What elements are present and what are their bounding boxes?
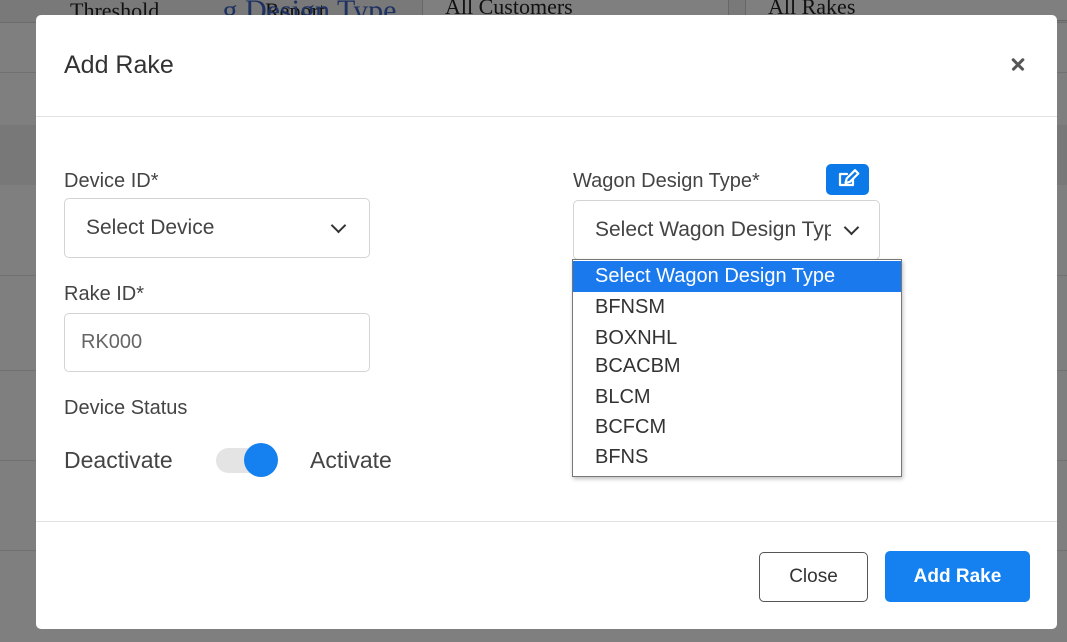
add-rake-modal: Add Rake Device ID* Select Device Rake I… [36,15,1057,629]
wagon-option-bfns[interactable]: BFNS [573,442,901,473]
wagon-design-type-select[interactable]: Select Wagon Design Type [573,200,880,260]
wagon-option-bcacbm[interactable]: BCACBM [573,351,901,382]
wagon-design-type-label: Wagon Design Type* [573,170,760,192]
wagon-design-type-dropdown: Select Wagon Design Type BFNSM BOXNHL BC… [572,259,902,477]
modal-title: Add Rake [64,51,174,79]
wagon-option-bcfcm[interactable]: BCFCM [573,412,901,443]
device-id-select[interactable]: Select Device [64,198,370,258]
edit-icon [838,169,860,187]
chevron-down-icon [843,219,860,236]
add-rake-button[interactable]: Add Rake [885,551,1030,602]
activate-label: Activate [310,447,392,473]
edit-wagon-design-button[interactable] [826,164,869,195]
wagon-option-boxnhl[interactable]: BOXNHL [573,323,901,354]
device-id-label: Device ID* [64,170,159,192]
wagon-option-bfnsm[interactable]: BFNSM [573,292,901,323]
wagon-design-type-select-value: Select Wagon Design Type [595,218,831,241]
device-status-label: Device Status [64,397,188,419]
device-id-select-value: Select Device [86,216,215,239]
wagon-option-placeholder[interactable]: Select Wagon Design Type [573,261,901,292]
rake-id-input[interactable] [64,313,370,372]
rake-id-label: Rake ID* [64,283,145,305]
close-icon[interactable] [1007,53,1029,75]
wagon-option-blcm[interactable]: BLCM [573,382,901,413]
chevron-down-icon [330,217,347,234]
modal-footer-divider [36,521,1057,522]
modal-header: Add Rake [36,15,1057,117]
close-button[interactable]: Close [759,552,868,602]
deactivate-label: Deactivate [64,447,173,473]
device-status-toggle-knob[interactable] [244,443,278,477]
